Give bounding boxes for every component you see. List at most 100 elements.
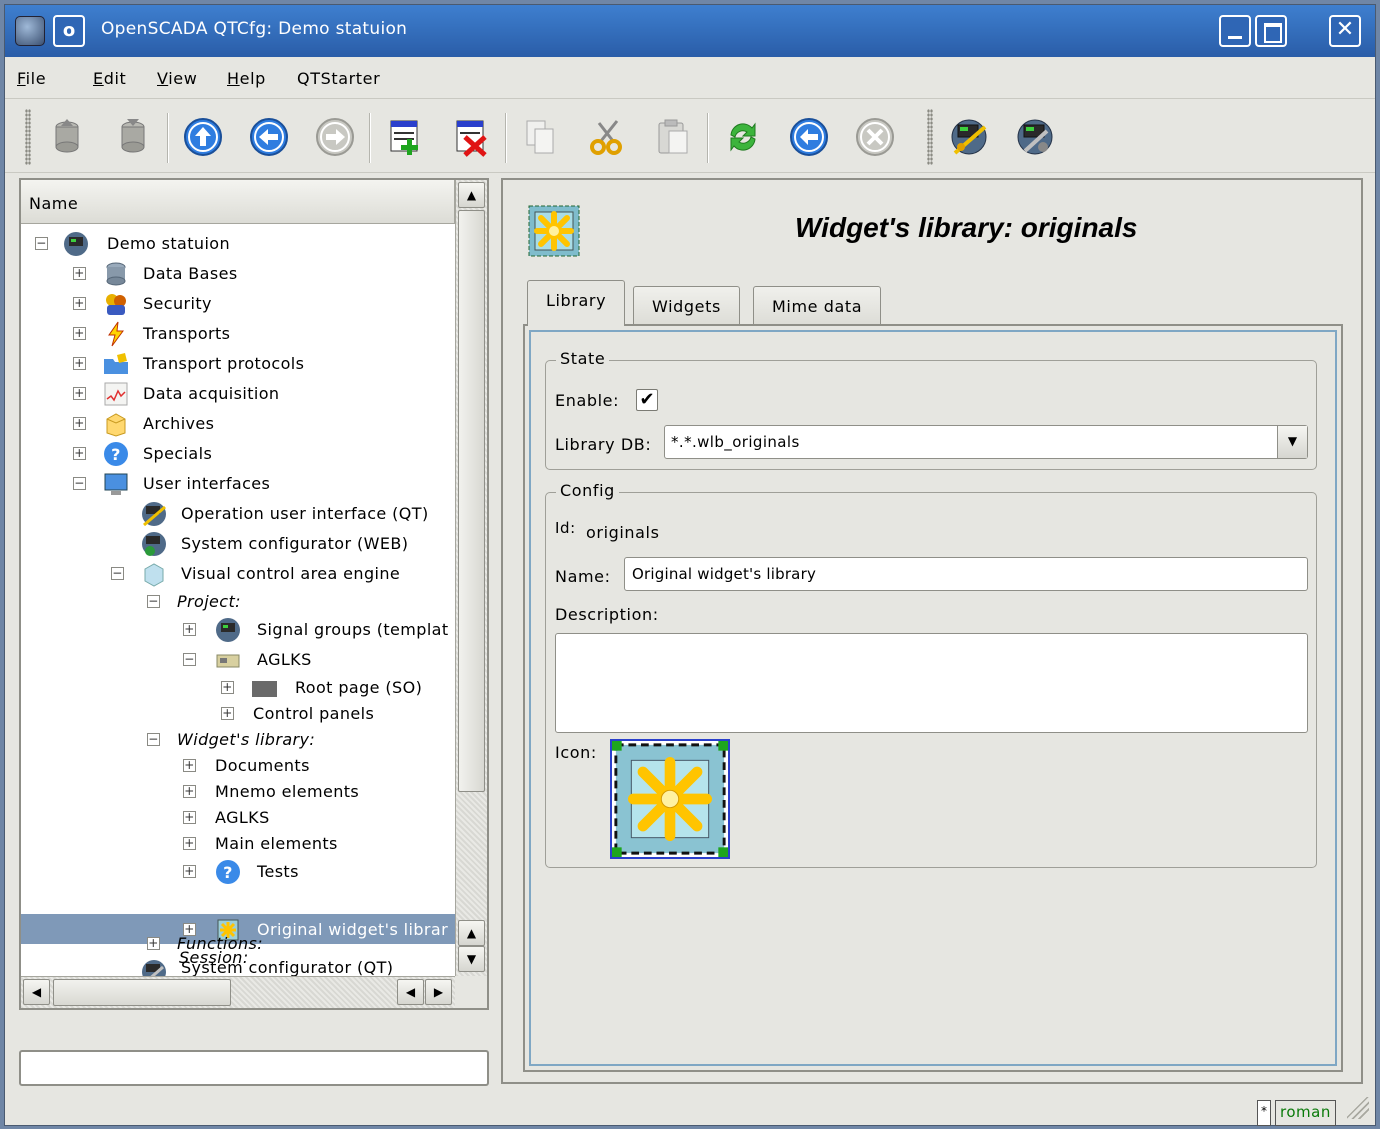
archive-icon xyxy=(103,411,129,437)
scroll-up-icon[interactable]: ▲ xyxy=(458,182,485,208)
cut-icon[interactable] xyxy=(587,117,627,157)
window-menu-button[interactable]: o xyxy=(53,15,85,47)
expand-icon[interactable]: + xyxy=(221,681,234,694)
tree-node-signal-groups[interactable]: + Signal groups (templat xyxy=(21,616,455,644)
tree-node-demo-statuion[interactable]: − Demo statuion xyxy=(21,230,455,258)
tab-widgets[interactable]: Widgets xyxy=(633,286,740,326)
tree-vertical-scroll-thumb[interactable] xyxy=(458,210,485,792)
tree-node-system-configurator-web[interactable]: System configurator (WEB) xyxy=(21,530,455,558)
scroll-left-icon[interactable]: ◀ xyxy=(23,979,50,1005)
name-field[interactable]: Original widget's library xyxy=(624,557,1308,591)
scroll-right-icon[interactable]: ▶ xyxy=(425,979,452,1005)
tree-node-aglks-project[interactable]: − AGLKS xyxy=(21,646,455,674)
tree-node-main-elements[interactable]: + Main elements xyxy=(21,830,455,858)
icon-picker[interactable] xyxy=(610,739,730,859)
menu-edit[interactable]: Edit xyxy=(93,69,126,88)
menu-view[interactable]: View xyxy=(157,69,197,88)
expand-icon[interactable]: + xyxy=(183,865,196,878)
tab-library[interactable]: Library xyxy=(527,280,626,326)
tree-node-security[interactable]: + Security xyxy=(21,290,455,318)
maximize-button[interactable] xyxy=(1255,15,1287,47)
collapse-icon[interactable]: − xyxy=(147,733,160,746)
tree-node-data-bases[interactable]: + Data Bases xyxy=(21,260,455,288)
tree-vertical-scrollbar[interactable]: ▲ ▲ ▼ xyxy=(455,180,487,976)
start-icon[interactable] xyxy=(789,117,829,157)
up-icon[interactable] xyxy=(183,117,223,157)
db-load-icon[interactable] xyxy=(47,117,87,157)
navigation-tree[interactable]: − Demo statuion + Data Bases + Security … xyxy=(21,226,455,976)
menu-qtstarter[interactable]: QTStarter xyxy=(297,69,380,88)
enable-checkbox[interactable]: ✔ xyxy=(636,389,658,411)
tree-column-header[interactable]: Name xyxy=(21,180,455,224)
collapse-icon[interactable]: − xyxy=(183,653,196,666)
expand-icon[interactable]: + xyxy=(73,417,86,430)
expand-icon[interactable]: + xyxy=(73,387,86,400)
back-icon[interactable] xyxy=(249,117,289,157)
scroll-left-icon[interactable]: ◀ xyxy=(397,979,424,1005)
refresh-icon[interactable] xyxy=(723,117,763,157)
tree-node-tests[interactable]: + ? Tests xyxy=(21,858,455,886)
tree-node-archives[interactable]: + Archives xyxy=(21,410,455,438)
tree-node-root-page[interactable]: + Root page (SO) xyxy=(21,674,455,702)
toolbar-grip[interactable] xyxy=(927,109,933,165)
vision-icon xyxy=(141,501,167,527)
forward-icon[interactable] xyxy=(315,117,355,157)
tree-node-transports[interactable]: + Transports xyxy=(21,320,455,348)
tree-node-user-interfaces[interactable]: − User interfaces xyxy=(21,470,455,498)
collapse-icon[interactable]: − xyxy=(147,595,160,608)
tree-node-specials[interactable]: + ? Specials xyxy=(21,440,455,468)
collapse-icon[interactable]: − xyxy=(35,237,48,250)
collapse-icon[interactable]: − xyxy=(111,567,124,580)
tree-node-mnemo-elements[interactable]: + Mnemo elements xyxy=(21,778,455,806)
expand-icon[interactable]: + xyxy=(73,327,86,340)
library-db-select[interactable]: *.*.wlb_originals ▼ xyxy=(664,425,1308,459)
tree-node-control-panels[interactable]: + Control panels xyxy=(21,700,455,728)
expand-icon[interactable]: + xyxy=(183,759,196,772)
add-item-icon[interactable] xyxy=(385,117,425,157)
tree-node-transport-protocols[interactable]: + Transport protocols xyxy=(21,350,455,378)
vision-icon[interactable] xyxy=(949,117,989,157)
tree-horizontal-scroll-thumb[interactable] xyxy=(53,979,231,1006)
copy-icon[interactable] xyxy=(521,117,561,157)
expand-icon[interactable]: + xyxy=(183,785,196,798)
stop-icon[interactable] xyxy=(855,117,895,157)
title-bar[interactable]: o OpenSCADA QTCfg: Demo statuion ✕ xyxy=(5,5,1375,57)
expand-icon[interactable]: + xyxy=(147,937,160,950)
tree-node-visual-control-area-engine[interactable]: − Visual control area engine xyxy=(21,560,455,588)
tab-mime-data[interactable]: Mime data xyxy=(753,286,882,326)
toolbar-grip[interactable] xyxy=(25,109,31,165)
collapse-icon[interactable]: − xyxy=(73,477,86,490)
scroll-up-icon[interactable]: ▲ xyxy=(458,920,485,946)
expand-icon[interactable]: + xyxy=(73,297,86,310)
tree-node-system-configurator-qt[interactable]: System configurator (QT) xyxy=(21,958,455,976)
delete-item-icon[interactable] xyxy=(451,117,491,157)
expand-icon[interactable]: + xyxy=(183,837,196,850)
chevron-down-icon[interactable]: ▼ xyxy=(1277,426,1307,458)
expand-icon[interactable]: + xyxy=(183,623,196,636)
expand-icon[interactable]: + xyxy=(73,357,86,370)
menu-file[interactable]: File xyxy=(17,69,46,88)
minimize-button[interactable] xyxy=(1219,15,1251,47)
expand-icon[interactable]: + xyxy=(221,707,234,720)
tree-node-operation-ui-qt[interactable]: Operation user interface (QT) xyxy=(21,500,455,528)
toolbar xyxy=(5,99,1375,173)
description-field[interactable] xyxy=(555,633,1308,733)
close-button[interactable]: ✕ xyxy=(1329,15,1361,47)
user-name[interactable]: roman xyxy=(1275,1100,1336,1126)
tree-horizontal-scrollbar[interactable]: ◀ ◀ ▶ xyxy=(21,976,455,1008)
expand-icon[interactable]: + xyxy=(183,811,196,824)
tree-node-widgets-library[interactable]: − Widget's library: xyxy=(21,726,455,754)
configurator-icon[interactable] xyxy=(1015,117,1055,157)
db-save-icon[interactable] xyxy=(113,117,153,157)
resize-grip[interactable] xyxy=(1347,1097,1369,1119)
expand-icon[interactable]: + xyxy=(73,447,86,460)
expand-icon[interactable]: + xyxy=(73,267,86,280)
scroll-down-icon[interactable]: ▼ xyxy=(458,946,485,972)
paste-icon[interactable] xyxy=(653,117,693,157)
tree-node-data-acquisition[interactable]: + Data acquisition xyxy=(21,380,455,408)
tree-node-project[interactable]: − Project: xyxy=(21,588,455,616)
tree-node-documents[interactable]: + Documents xyxy=(21,752,455,780)
tree-node-functions[interactable]: + Functions: xyxy=(21,930,455,958)
tree-node-aglks-library[interactable]: + AGLKS xyxy=(21,804,455,832)
menu-help[interactable]: Help xyxy=(227,69,266,88)
